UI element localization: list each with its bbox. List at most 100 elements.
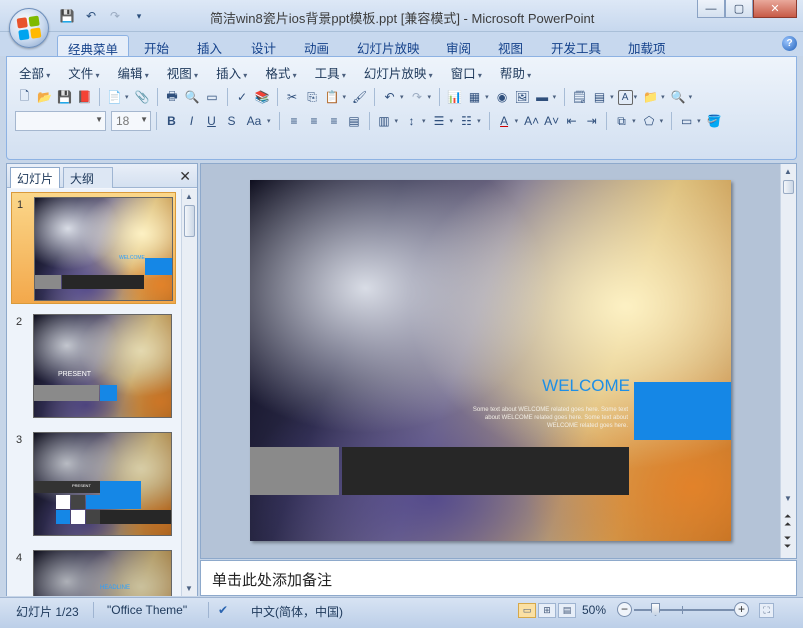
menu-insert[interactable]: 插入 [214,63,249,81]
copy-icon[interactable]: ⎘ [303,88,322,107]
thumbnail-scrollbar[interactable]: ▲ ▼ [181,189,197,596]
bullets-icon[interactable]: ☷ [457,112,476,131]
close-button[interactable]: ✕ [753,0,797,18]
tab-design[interactable]: 设计 [241,35,286,57]
office-button[interactable] [9,8,49,48]
tab-view[interactable]: 视图 [488,35,533,57]
scroll-up-icon[interactable]: ▲ [185,192,193,201]
numbering-icon[interactable]: ☰ [430,112,449,131]
customize-qat-icon[interactable]: ▾ [130,8,148,24]
print-preview-icon[interactable]: 🔍 [183,88,202,107]
slide-sorter-icon[interactable]: ⊞ [538,603,556,618]
notes-pane[interactable]: 单击此处添加备注 [200,560,797,596]
print-icon[interactable]: 🖶 [163,88,182,107]
format-painter-icon[interactable]: 🖌 [350,88,369,107]
tab-animation[interactable]: 动画 [294,35,339,57]
font-color-icon[interactable]: A [495,112,514,131]
zoom-slider-thumb[interactable] [651,603,660,616]
shapes-icon[interactable]: ⬠ [640,112,659,131]
slide-scrollbar[interactable]: ▲ ▼ ⏶ ⏶ ⏷ ⏷ [780,164,796,558]
menu-slideshow[interactable]: 幻灯片放映 [362,63,435,81]
scroll-down-icon[interactable]: ▼ [185,584,193,593]
font-size-combo[interactable]: 18 ▼ [111,111,151,131]
tab-outline[interactable]: 大纲 [63,167,114,188]
textbox-icon[interactable]: A [617,89,633,105]
shape-style-icon[interactable]: ▭ [677,112,696,131]
redo-icon[interactable]: ↷ [106,8,124,24]
fit-to-window-icon[interactable]: ⛶ [759,603,774,618]
next-slide-icon[interactable]: ⏷ ⏷ [784,534,791,551]
scroll-up-icon[interactable]: ▲ [784,167,792,176]
scrollbar-thumb[interactable] [184,205,195,237]
undo-icon[interactable]: ↶ [82,8,100,24]
save-as-pdf-icon[interactable]: 📕 [75,88,94,107]
italic-icon[interactable]: I [182,112,201,131]
fill-icon[interactable]: 🪣 [705,112,724,131]
zoom-in-icon[interactable]: + [734,602,749,617]
open-icon[interactable]: 📂 [35,88,54,107]
menu-file[interactable]: 文件 [66,63,101,81]
tab-developer[interactable]: 开发工具 [541,35,611,57]
table-icon[interactable]: ▦ [465,88,484,107]
zoom-out-icon[interactable]: − [617,602,632,617]
columns-icon[interactable]: ▥ [375,112,394,131]
tab-slideshow[interactable]: 幻灯片放映 [347,35,430,57]
menu-tools[interactable]: 工具 [313,63,348,81]
theme-name[interactable]: "Office Theme" [107,603,187,617]
cut-icon[interactable]: ✂ [283,88,302,107]
close-icon[interactable]: ✕ [179,168,191,185]
font-name-combo[interactable]: ▼ [15,111,106,131]
justify-icon[interactable]: ▤ [345,112,364,131]
underline-icon[interactable]: U [202,112,221,131]
change-case-icon[interactable]: Aa [242,112,266,131]
slide-thumbnail-4[interactable]: 4 HEADLINE [11,546,176,596]
tab-insert[interactable]: 插入 [187,35,232,57]
tab-slides[interactable]: 幻灯片 [10,167,61,188]
slide-body-text[interactable]: Some text about WELCOME related goes her… [458,406,628,430]
color-grayscale-icon[interactable]: ▬ [533,88,552,107]
spell-check-icon[interactable]: ✔ [218,603,228,617]
slideshow-view-icon[interactable]: ▤ [558,603,576,618]
shadow-icon[interactable]: S [222,112,241,131]
zoom-slider-track[interactable] [634,609,734,611]
tab-addins[interactable]: 加载项 [618,35,676,57]
attach-icon[interactable]: 📎 [133,88,152,107]
spelling-icon[interactable]: ✓ [233,88,252,107]
align-left-icon[interactable]: ≡ [285,112,304,131]
paste-icon[interactable]: 📋 [323,88,342,107]
new-icon[interactable]: 🗋 [15,88,34,107]
menu-format[interactable]: 格式 [263,63,298,81]
language[interactable]: 中文(简体，中国) [251,603,343,620]
blue-block[interactable] [634,382,731,440]
normal-view-icon[interactable]: ▭ [518,603,536,618]
new-slide-icon[interactable]: 🗒 [570,88,589,107]
minimize-button[interactable]: — [697,0,725,18]
help-icon[interactable]: ? [782,36,797,51]
align-right-icon[interactable]: ≡ [325,112,344,131]
slide-thumbnail-2[interactable]: 2 PRESENT [11,310,176,422]
tab-review[interactable]: 审阅 [436,35,481,57]
decrease-indent-icon[interactable]: ⇤ [562,112,581,131]
arrange-icon[interactable]: ⧉ [612,112,631,131]
layout-icon[interactable]: ▤ [590,88,609,107]
save-icon[interactable]: 💾 [58,8,76,24]
menu-all[interactable]: 全部 [17,63,52,81]
current-slide[interactable]: WELCOME Some text about WELCOME related … [250,180,731,541]
scrollbar-thumb[interactable] [783,180,794,194]
shrink-font-icon[interactable]: A˅ [542,112,561,131]
research-icon[interactable]: 📚 [253,88,272,107]
menu-view[interactable]: 视图 [165,63,200,81]
slide-title[interactable]: WELCOME [542,376,630,396]
bold-icon[interactable]: B [162,112,181,131]
align-center-icon[interactable]: ≡ [305,112,324,131]
previous-slide-icon[interactable]: ⏶ ⏶ [784,512,791,529]
zoom-level[interactable]: 50% [582,603,606,617]
tab-classic-menu[interactable]: 经典菜单 [57,35,130,57]
folder-icon[interactable]: 📁 [641,88,660,107]
notes-placeholder[interactable]: 单击此处添加备注 [212,569,332,590]
clipart-icon[interactable]: ◉ [493,88,512,107]
grow-font-icon[interactable]: A˄ [522,112,541,131]
menu-edit[interactable]: 编辑 [116,63,151,81]
scroll-down-icon[interactable]: ▼ [784,494,792,503]
chart-icon[interactable]: 📊 [445,88,464,107]
